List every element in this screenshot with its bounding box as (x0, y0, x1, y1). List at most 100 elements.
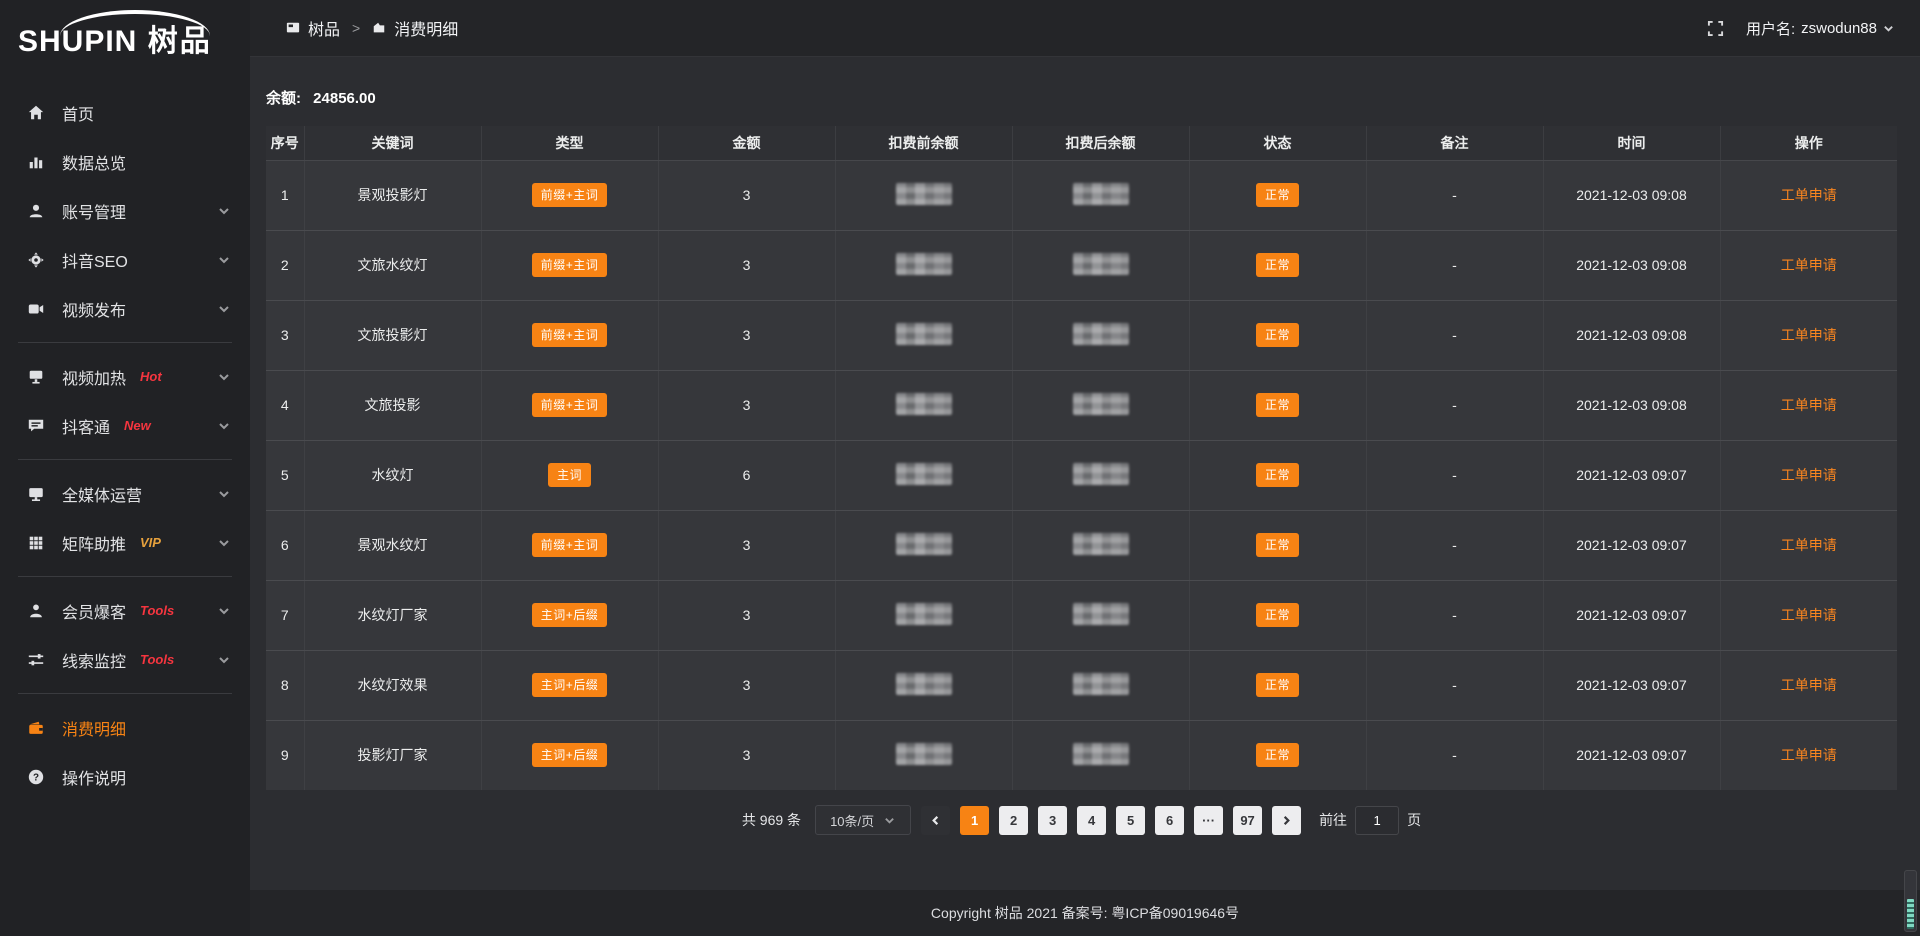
cell-remark: - (1366, 440, 1543, 510)
column-header-金额: 金额 (658, 126, 835, 160)
cell-type: 前缀+主词 (481, 510, 658, 580)
column-header-类型: 类型 (481, 126, 658, 160)
chevron-down-icon (884, 815, 895, 826)
cell-keyword: 景观水纹灯 (304, 510, 481, 580)
sidebar-item-矩阵助推[interactable]: 矩阵助推VIP (0, 518, 250, 567)
page-button-97[interactable]: 97 (1233, 806, 1262, 835)
cell-remark: - (1366, 720, 1543, 790)
sidebar-item-会员爆客[interactable]: 会员爆客Tools (0, 586, 250, 635)
next-page-button[interactable] (1272, 806, 1301, 835)
page-size-select[interactable]: 10条/页 (815, 805, 911, 835)
cell-remark: - (1366, 370, 1543, 440)
sidebar-item-label: 抖客通 (62, 414, 110, 438)
cell-keyword: 景观投影灯 (304, 160, 481, 230)
work-order-link[interactable]: 工单申请 (1781, 467, 1837, 483)
cell-remark: - (1366, 230, 1543, 300)
sidebar-item-数据总览[interactable]: 数据总览 (0, 137, 250, 186)
cell-keyword: 水纹灯效果 (304, 650, 481, 720)
cell-status: 正常 (1189, 300, 1366, 370)
sidebar-item-消费明细[interactable]: 消费明细 (0, 703, 250, 752)
sidebar-item-label: 全媒体运营 (62, 482, 142, 506)
cell-status: 正常 (1189, 650, 1366, 720)
sidebar-item-全媒体运营[interactable]: 全媒体运营 (0, 469, 250, 518)
cell-type: 主词+后缀 (481, 580, 658, 650)
work-order-link[interactable]: 工单申请 (1781, 187, 1837, 203)
type-badge: 前缀+主词 (532, 323, 608, 347)
page-button-6[interactable]: 6 (1155, 806, 1184, 835)
cell-type: 主词+后缀 (481, 650, 658, 720)
sidebar-item-抖客通[interactable]: 抖客通New (0, 401, 250, 450)
status-badge: 正常 (1256, 323, 1299, 347)
page-number-buttons: 123456 ··· 97 (960, 806, 1262, 835)
breadcrumb-page-icon (372, 21, 386, 35)
cell-remark: - (1366, 300, 1543, 370)
page-button-1[interactable]: 1 (960, 806, 989, 835)
scrollbar[interactable] (1904, 870, 1917, 932)
cell-post-balance (1012, 300, 1189, 370)
page-size-value: 10条/页 (830, 811, 874, 830)
page-button-4[interactable]: 4 (1077, 806, 1106, 835)
sidebar-item-label: 首页 (62, 101, 94, 125)
sidebar-item-首页[interactable]: 首页 (0, 88, 250, 137)
sidebar-item-账号管理[interactable]: 账号管理 (0, 186, 250, 235)
sidebar-item-badge: Hot (140, 369, 162, 384)
sidebar-item-label: 会员爆客 (62, 599, 126, 623)
cell-type: 前缀+主词 (481, 300, 658, 370)
page-button-2[interactable]: 2 (999, 806, 1028, 835)
breadcrumb-item-home[interactable]: 树品 (308, 16, 340, 40)
page-button-3[interactable]: 3 (1038, 806, 1067, 835)
page-button-5[interactable]: 5 (1116, 806, 1145, 835)
pagination-total: 共 969 条 (742, 810, 801, 830)
type-badge: 前缀+主词 (532, 533, 608, 557)
sidebar-divider (18, 576, 232, 577)
copyright-text: Copyright 树品 2021 备案号: 粤ICP备09019646号 (931, 903, 1239, 923)
app-root: SHUPIN 树品 首页数据总览账号管理抖音SEO视频发布视频加热Hot抖客通N… (0, 0, 1920, 936)
sidebar-item-视频发布[interactable]: 视频发布 (0, 284, 250, 333)
cell-index: 4 (266, 370, 304, 440)
scrollbar-thumb[interactable] (1907, 899, 1914, 929)
work-order-link[interactable]: 工单申请 (1781, 397, 1837, 413)
type-badge: 主词 (548, 463, 591, 487)
status-badge: 正常 (1256, 603, 1299, 627)
prev-page-button[interactable] (921, 806, 950, 835)
work-order-link[interactable]: 工单申请 (1781, 537, 1837, 553)
sidebar-item-线索监控[interactable]: 线索监控Tools (0, 635, 250, 684)
status-badge: 正常 (1256, 533, 1299, 557)
sidebar-item-操作说明[interactable]: ?操作说明 (0, 752, 250, 801)
goto-page-input[interactable] (1355, 806, 1399, 835)
work-order-link[interactable]: 工单申请 (1781, 747, 1837, 763)
masked-balance (896, 393, 952, 415)
username-label: 用户名: (1746, 18, 1795, 39)
work-order-link[interactable]: 工单申请 (1781, 257, 1837, 273)
monitor-icon (26, 484, 46, 504)
work-order-link[interactable]: 工单申请 (1781, 607, 1837, 623)
cell-remark: - (1366, 160, 1543, 230)
status-badge: 正常 (1256, 253, 1299, 277)
cell-post-balance (1012, 440, 1189, 510)
sidebar: SHUPIN 树品 首页数据总览账号管理抖音SEO视频发布视频加热Hot抖客通N… (0, 0, 250, 936)
fullscreen-button[interactable] (1707, 20, 1724, 37)
work-order-link[interactable]: 工单申请 (1781, 677, 1837, 693)
masked-balance (1073, 603, 1129, 625)
breadcrumb: 树品 > 消费明细 (286, 16, 458, 40)
sliders-icon (26, 650, 46, 670)
sidebar-item-抖音SEO[interactable]: 抖音SEO (0, 235, 250, 284)
svg-text:?: ? (33, 772, 39, 783)
table-row: 1景观投影灯前缀+主词3正常-2021-12-03 09:08工单申请 (266, 160, 1897, 230)
table-row: 5水纹灯主词6正常-2021-12-03 09:07工单申请 (266, 440, 1897, 510)
cell-amount: 3 (658, 230, 835, 300)
cell-post-balance (1012, 580, 1189, 650)
work-order-link[interactable]: 工单申请 (1781, 327, 1837, 343)
status-badge: 正常 (1256, 743, 1299, 767)
cell-time: 2021-12-03 09:07 (1543, 650, 1720, 720)
sidebar-item-badge: VIP (140, 535, 161, 550)
cell-action: 工单申请 (1720, 720, 1897, 790)
user-menu[interactable]: 用户名: zswodun88 (1746, 18, 1894, 39)
sidebar-item-视频加热[interactable]: 视频加热Hot (0, 352, 250, 401)
page-ellipsis-button[interactable]: ··· (1194, 806, 1223, 835)
cell-keyword: 投影灯厂家 (304, 720, 481, 790)
cell-pre-balance (835, 580, 1012, 650)
column-header-扣费后余额: 扣费后余额 (1012, 126, 1189, 160)
masked-balance (896, 743, 952, 765)
main-area: 树品 > 消费明细 用户名: zswodun88 (250, 0, 1920, 936)
